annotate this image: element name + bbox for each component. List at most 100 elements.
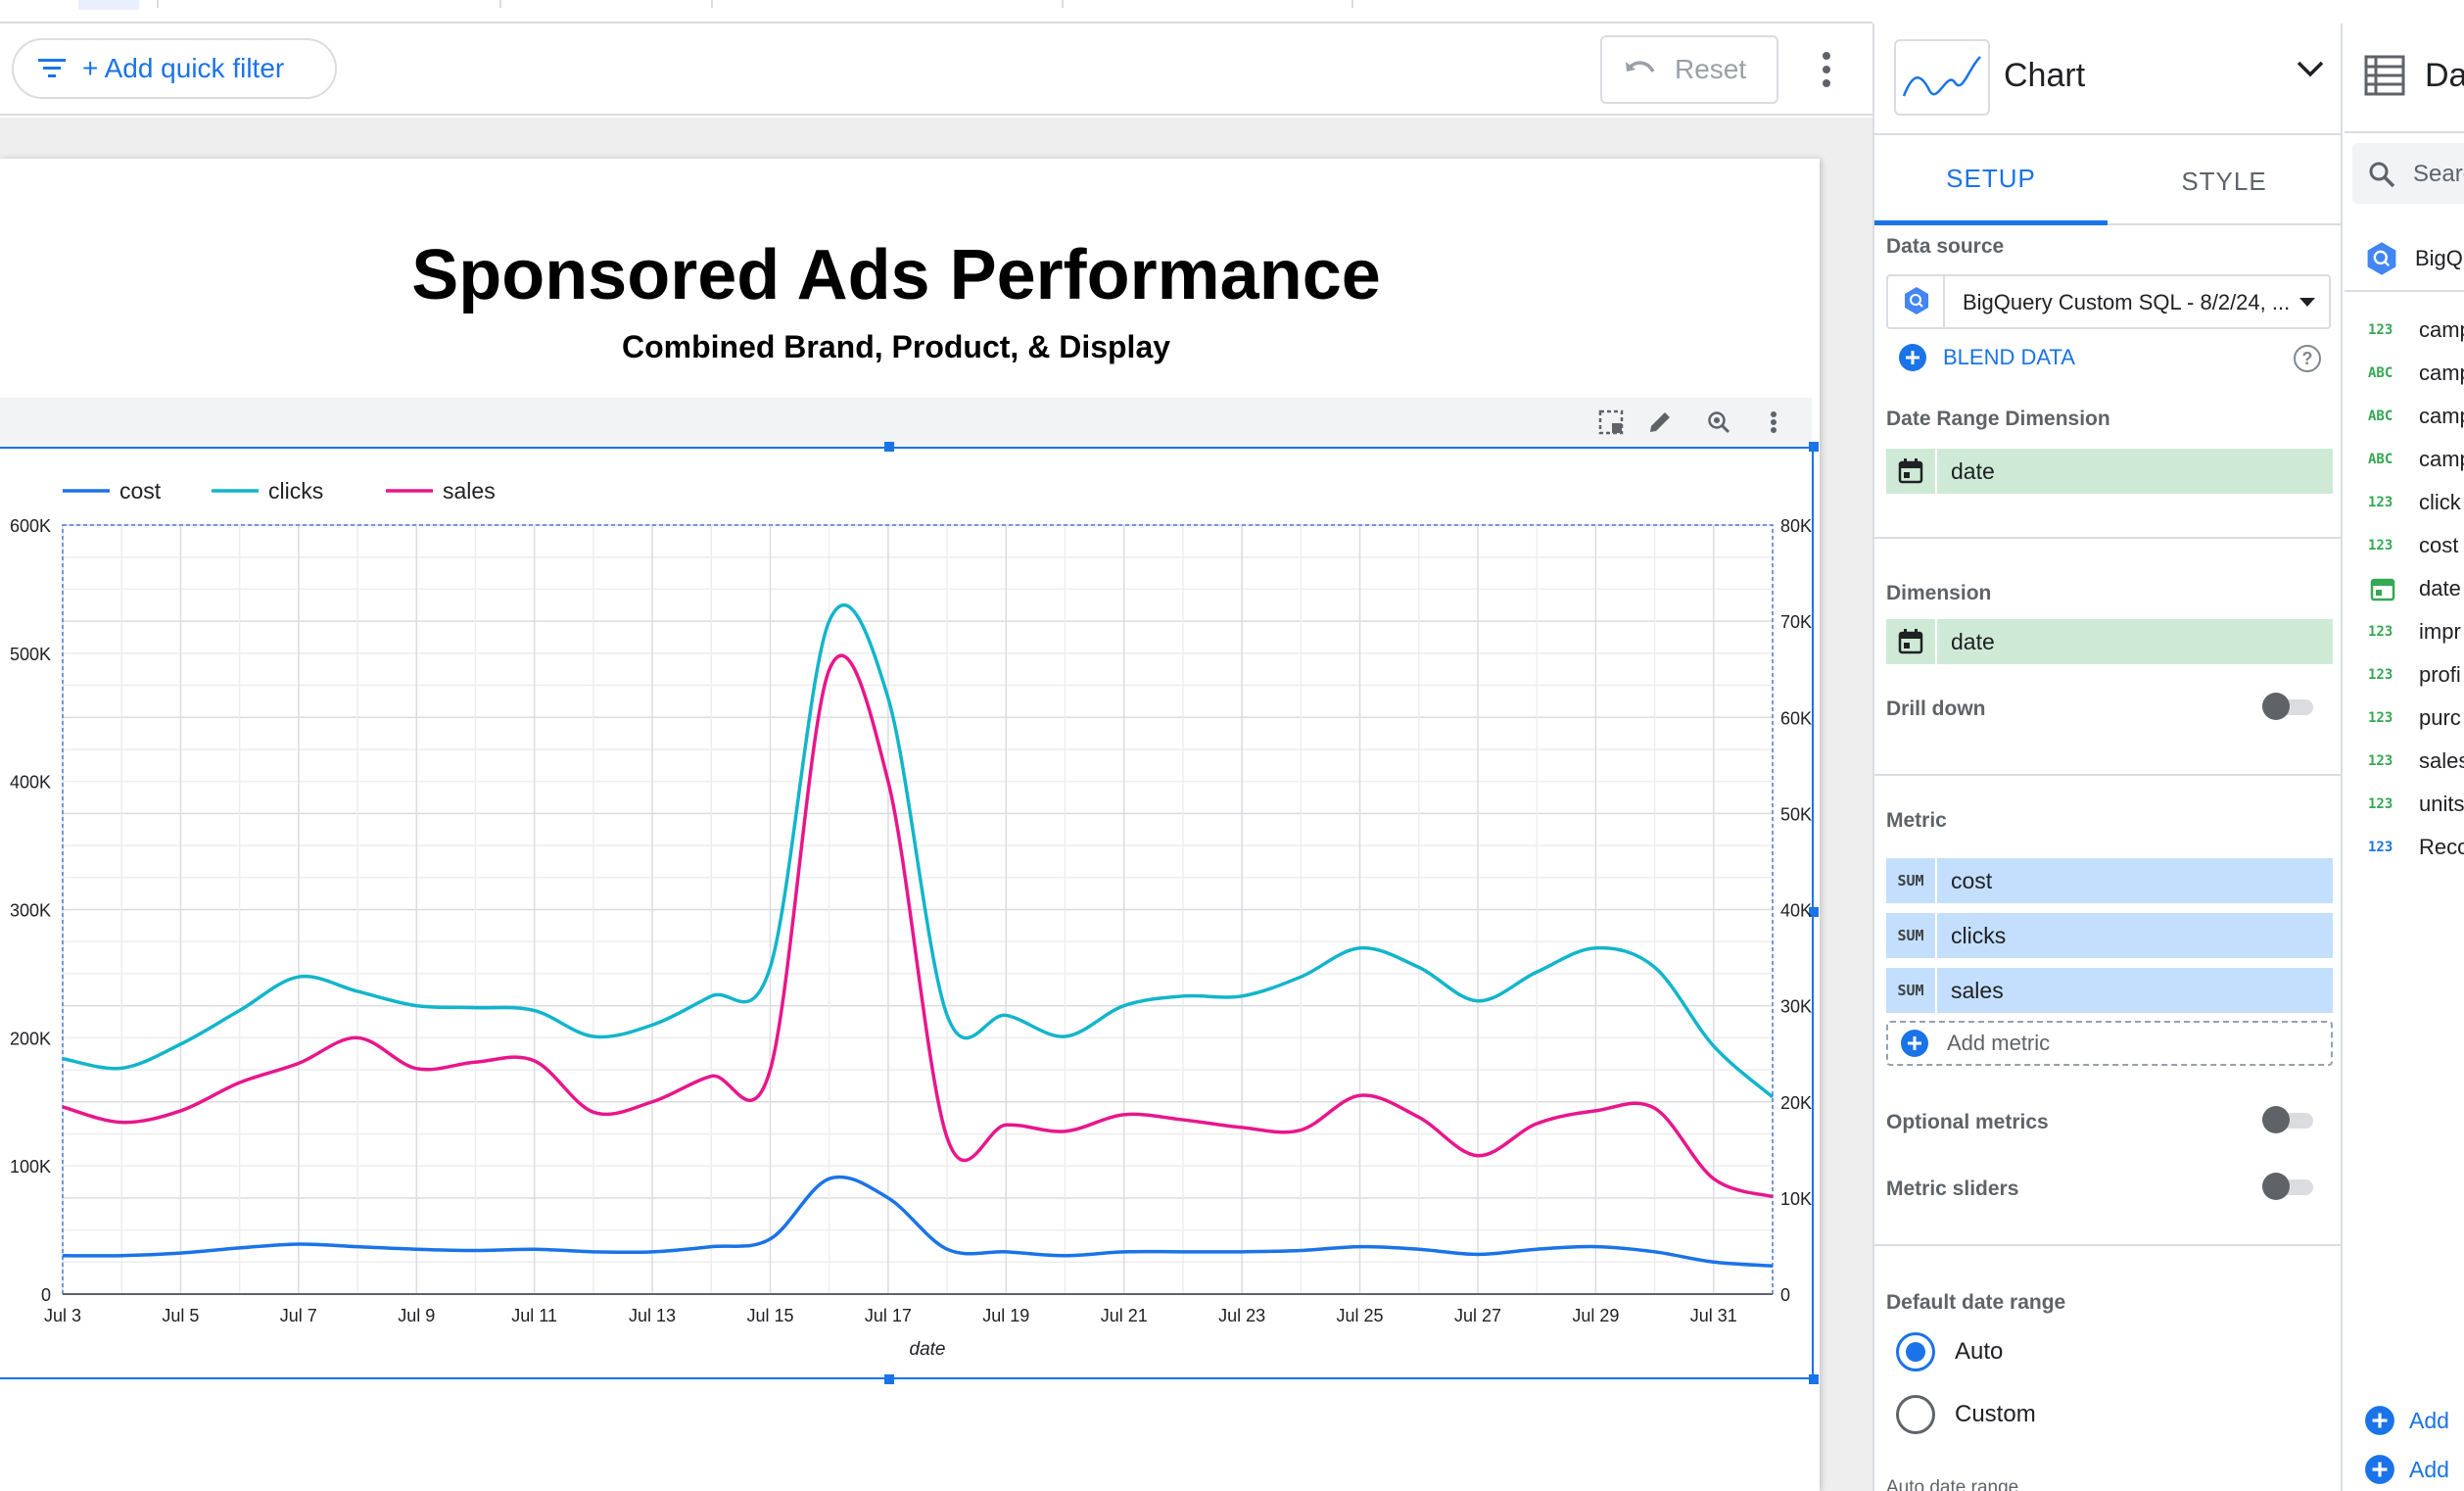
top-toolbar-strip xyxy=(0,0,1872,24)
x-tick-label: Jul 27 xyxy=(1454,1306,1501,1325)
data-source-value: BigQuery Custom SQL - 8/2/24, ... xyxy=(1963,290,2291,314)
add-quick-filter-button[interactable]: + Add quick filter xyxy=(12,38,337,99)
metric-chip-clicks[interactable]: SUM clicks xyxy=(1886,913,2333,958)
field-item[interactable]: ABC camp xyxy=(2368,361,2464,386)
divider xyxy=(1943,276,1945,327)
data-source-select[interactable]: BigQuery Custom SQL - 8/2/24, ... xyxy=(1886,274,2331,329)
chart-header-toolbar xyxy=(0,398,1812,447)
add-field-button[interactable]: Add xyxy=(2364,1405,2449,1436)
x-tick-label: Jul 3 xyxy=(44,1306,81,1325)
toolbar-separator xyxy=(499,0,501,8)
field-type-badge: 123 xyxy=(2368,322,2393,338)
metric-chip-sales[interactable]: SUM sales xyxy=(1886,968,2333,1013)
field-item[interactable]: ABC camp xyxy=(2368,447,2464,472)
field-item[interactable]: 123 click xyxy=(2368,490,2461,515)
date-range-dimension-chip[interactable]: date xyxy=(1886,449,2333,494)
add-metric-label: Add metric xyxy=(1947,1031,2051,1055)
data-panel-title: Da xyxy=(2425,57,2464,94)
edit-pencil-icon[interactable] xyxy=(1645,408,1675,437)
dimension-chip[interactable]: date xyxy=(1886,619,2333,664)
dimension-label: Dimension xyxy=(1886,582,1992,604)
add-circle-icon xyxy=(1899,344,1926,371)
time-series-chart[interactable]: 0 100K 200K 300K 400K 500K 600K 0 10K 20K 30K 40K 50… xyxy=(0,447,1814,1377)
field-item[interactable]: ABC camp xyxy=(2368,404,2464,429)
field-item[interactable]: 123 camp xyxy=(2368,317,2464,343)
drill-down-label: Drill down xyxy=(1886,697,1986,720)
explore-zoom-icon[interactable] xyxy=(1704,408,1733,437)
x-axis-title: date xyxy=(910,1339,946,1360)
field-type-badge: 123 xyxy=(2368,624,2393,640)
field-item[interactable]: 123 Reco xyxy=(2368,835,2464,860)
metric-label-cost: cost xyxy=(1951,867,1993,893)
field-type-badge: 123 xyxy=(2368,840,2393,855)
chevron-down-icon[interactable] xyxy=(2296,59,2325,78)
x-tick-label: Jul 5 xyxy=(162,1306,199,1325)
legend-label-cost: cost xyxy=(119,478,162,504)
tab-setup[interactable]: SETUP xyxy=(1874,137,2108,225)
blend-data-button[interactable]: BLEND DATA xyxy=(1898,343,2075,372)
x-tick-label: Jul 11 xyxy=(511,1306,557,1325)
data-source-item[interactable]: BigQu xyxy=(2364,241,2464,276)
undo-icon xyxy=(1626,61,1655,72)
toolbar-selected-tab[interactable] xyxy=(78,0,139,10)
metric-label: Metric xyxy=(1886,809,1947,832)
metric-sliders-label: Metric sliders xyxy=(1886,1178,2019,1200)
metric-chip-cost[interactable]: SUM cost xyxy=(1886,858,2333,903)
field-item[interactable]: 123 profi xyxy=(2368,662,2461,688)
field-item[interactable]: 123 impr xyxy=(2368,619,2461,645)
bigquery-icon xyxy=(1905,287,1928,314)
y-left-tick-label: 400K xyxy=(10,773,51,793)
metric-label-clicks: clicks xyxy=(1951,922,2007,948)
field-item[interactable]: 123 units xyxy=(2368,792,2464,817)
field-name: profi xyxy=(2419,662,2461,687)
legend-label-sales: sales xyxy=(443,478,496,504)
y-left-tick-label: 600K xyxy=(10,516,51,536)
search-icon xyxy=(2369,162,2395,188)
chart-menu-icon[interactable] xyxy=(1759,408,1788,437)
add-field-label: Add xyxy=(2409,1407,2449,1433)
field-name: camp xyxy=(2419,317,2464,342)
auto-radio-label: Auto xyxy=(1955,1338,2004,1365)
toolbar-separator xyxy=(1062,0,1064,8)
reset-button[interactable]: Reset xyxy=(1600,35,1778,104)
y-right-tick-label: 30K xyxy=(1780,997,1812,1017)
field-name: camp xyxy=(2419,447,2464,471)
y-right-tick-label: 20K xyxy=(1780,1093,1812,1113)
optional-metrics-label: Optional metrics xyxy=(1886,1111,2049,1133)
metric-label-sales: sales xyxy=(1951,977,2004,1003)
y-left-tick-label: 0 xyxy=(41,1285,51,1305)
field-type-badge: ABC xyxy=(2368,365,2393,381)
dropdown-arrow-icon xyxy=(2299,298,2315,307)
x-tick-label: Jul 25 xyxy=(1337,1306,1384,1325)
more-options-icon[interactable] xyxy=(1812,45,1841,94)
x-tick-label: Jul 31 xyxy=(1690,1306,1737,1325)
aggregation-label: SUM xyxy=(1897,872,1924,890)
field-item[interactable]: 123 cost xyxy=(2368,533,2458,558)
toolbar-separator xyxy=(711,0,713,8)
field-search-input[interactable]: Searc xyxy=(2352,143,2464,204)
auto-date-range-label: Auto date range xyxy=(1886,1477,2019,1491)
y-right-tick-label: 80K xyxy=(1780,516,1812,536)
add-parameter-button[interactable]: Add xyxy=(2364,1454,2449,1485)
auto-radio[interactable] xyxy=(1896,1332,1935,1371)
divider xyxy=(1874,774,2341,776)
add-metric-button[interactable]: Add metric xyxy=(1886,1021,2333,1066)
add-circle-icon xyxy=(1901,1030,1928,1057)
select-area-icon[interactable] xyxy=(1596,408,1626,437)
x-tick-label: Jul 17 xyxy=(865,1306,912,1325)
chart-type-selector[interactable]: Chart xyxy=(1874,24,2341,135)
help-icon[interactable]: ? xyxy=(2294,345,2321,372)
chart-type-label: Chart xyxy=(2004,57,2086,94)
metric-sliders-toggle[interactable] xyxy=(2262,1172,2317,1201)
field-item[interactable]: 123 sales xyxy=(2368,748,2464,774)
custom-radio[interactable] xyxy=(1896,1395,1935,1434)
field-type-badge: 123 xyxy=(2368,796,2393,812)
field-item[interactable]: date xyxy=(2368,576,2461,601)
drill-down-toggle[interactable] xyxy=(2262,692,2317,721)
toolbar-separator xyxy=(1351,0,1353,8)
field-item[interactable]: 123 purc xyxy=(2368,705,2461,731)
field-type-badge: ABC xyxy=(2368,452,2393,467)
field-type-badge: 123 xyxy=(2368,495,2393,510)
tab-style[interactable]: STYLE xyxy=(2108,137,2341,225)
optional-metrics-toggle[interactable] xyxy=(2262,1105,2317,1134)
